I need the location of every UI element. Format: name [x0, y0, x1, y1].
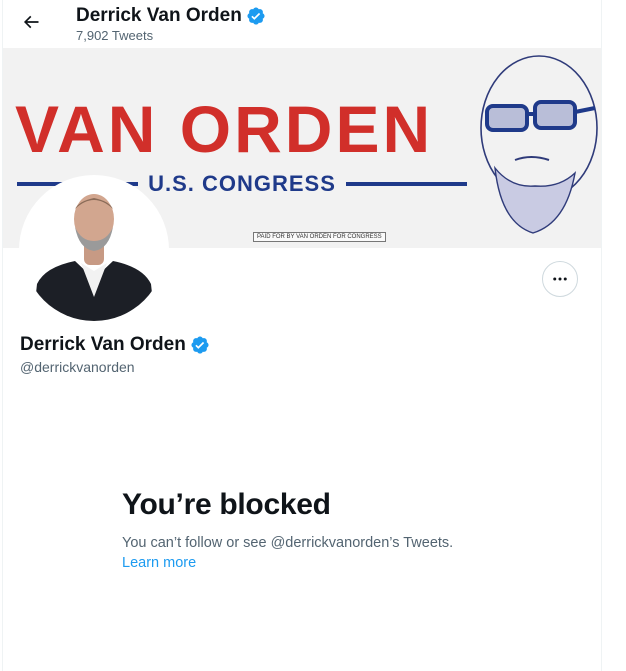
- profile-handle: @derrickvanorden: [20, 359, 135, 375]
- blocked-title: You’re blocked: [122, 488, 331, 521]
- more-options-button[interactable]: [542, 261, 578, 297]
- banner-paid-for: PAID FOR BY VAN ORDEN FOR CONGRESS: [253, 232, 386, 242]
- blocked-description: You can’t follow or see @derrickvanorden…: [122, 535, 454, 551]
- banner-line-right: [345, 182, 467, 186]
- profile-header-bar: Derrick Van Orden 7,902 Tweets: [3, 0, 601, 48]
- verified-badge-icon: [190, 335, 210, 355]
- profile-name-row: Derrick Van Orden: [20, 334, 210, 356]
- tweet-count: 7,902 Tweets: [76, 28, 154, 43]
- profile-column: Derrick Van Orden 7,902 Tweets VAN ORDEN…: [2, 0, 602, 671]
- profile-avatar[interactable]: [19, 175, 169, 325]
- banner-subtitle: U.S. CONGRESS: [148, 171, 336, 196]
- header-name: Derrick Van Orden: [76, 5, 242, 26]
- banner-title: VAN ORDEN: [15, 92, 434, 166]
- back-arrow-icon: [23, 15, 39, 29]
- avatar-photo: [23, 179, 165, 321]
- back-button[interactable]: [13, 4, 49, 40]
- header-title: Derrick Van Orden: [76, 5, 266, 27]
- more-horizontal-icon: [553, 277, 567, 281]
- caricature-illustration: [480, 55, 598, 234]
- verified-badge-icon: [246, 6, 266, 26]
- learn-more-link[interactable]: Learn more: [122, 555, 196, 571]
- profile-name: Derrick Van Orden: [20, 334, 186, 355]
